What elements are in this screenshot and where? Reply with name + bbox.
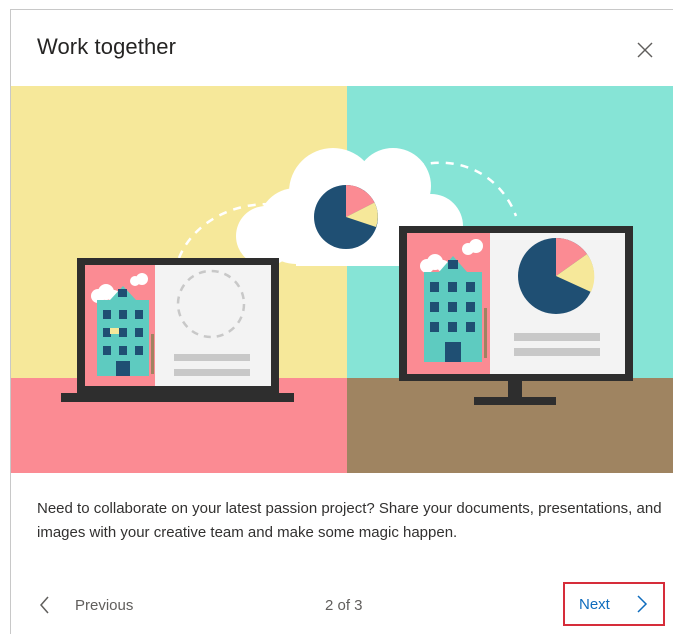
- laptop-icon: [61, 258, 294, 402]
- previous-label: Previous: [75, 596, 134, 614]
- dialog-title: Work together: [37, 34, 177, 59]
- next-button[interactable]: Next: [563, 582, 665, 626]
- chevron-right-icon: [637, 595, 647, 613]
- dialog-footer: Previous 2 of 3 Next: [11, 570, 673, 635]
- pie-chart-icon: [314, 185, 378, 249]
- chevron-left-icon: [40, 596, 49, 614]
- close-icon: [637, 42, 653, 58]
- dialog-description: Need to collaborate on your latest passi…: [37, 500, 662, 541]
- page-indicator: 2 of 3: [325, 597, 363, 614]
- next-label: Next: [579, 595, 610, 613]
- collaboration-illustration: [11, 86, 673, 473]
- dialog: Work together Need to collaborate on you…: [10, 9, 673, 634]
- dialog-header: Work together: [11, 10, 673, 86]
- monitor-icon: [399, 226, 633, 405]
- close-button[interactable]: [631, 36, 659, 64]
- previous-button[interactable]: Previous: [37, 590, 133, 620]
